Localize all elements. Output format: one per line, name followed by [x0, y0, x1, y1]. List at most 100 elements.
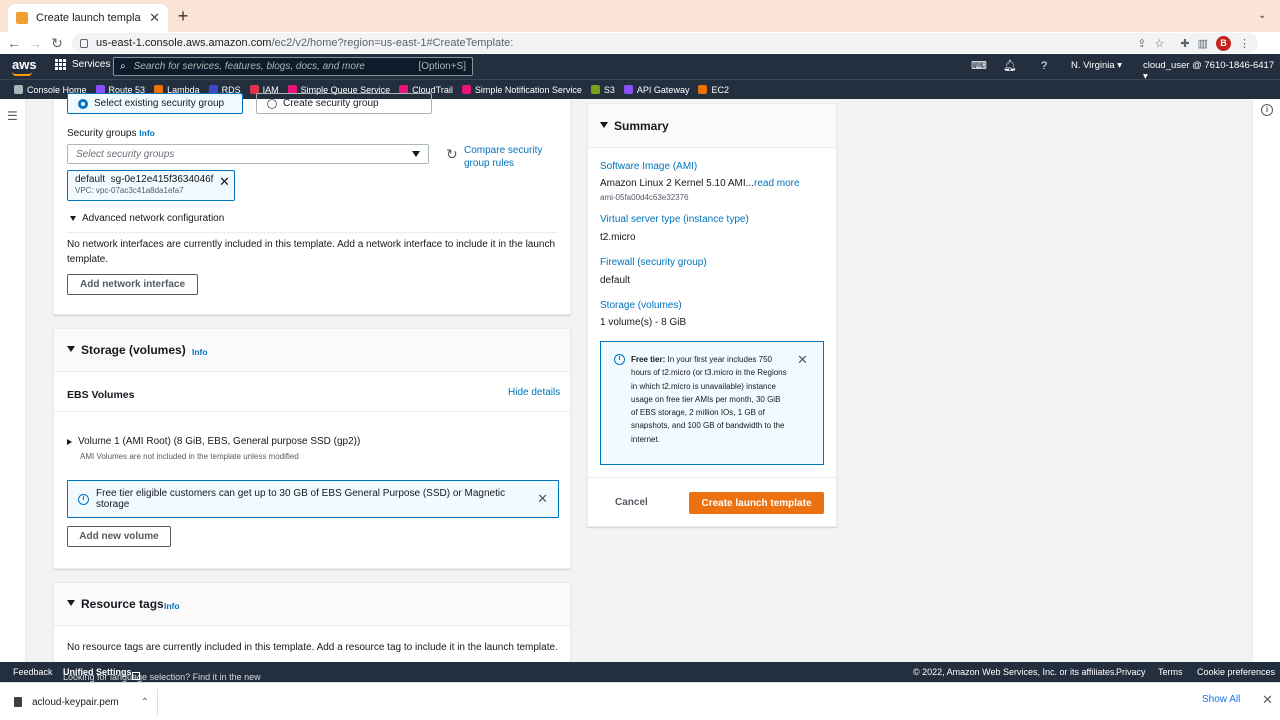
- side-navigation-rail: ☰: [0, 99, 26, 662]
- cloudshell-icon[interactable]: ⌨: [971, 59, 987, 73]
- storage-panel-header[interactable]: Storage (volumes) Info: [54, 329, 570, 372]
- download-shelf: acloud-keypair.pem ⌃ Show All ✕: [0, 682, 1280, 720]
- aws-logo[interactable]: aws: [12, 57, 37, 76]
- radio-selected-icon: [78, 98, 88, 109]
- free-tier-info-box: i Free tier: In your first year includes…: [600, 341, 824, 465]
- address-bar[interactable]: us-east-1.console.aws.amazon.com/ec2/v2/…: [72, 33, 1258, 53]
- remove-token-icon[interactable]: ✕: [219, 174, 230, 190]
- browser-tab[interactable]: Create launch template | EC2 M ✕: [8, 4, 168, 32]
- volume-1-toggle[interactable]: Volume 1 (AMI Root) (8 GiB, EBS, General…: [67, 436, 360, 447]
- instance-type-label-link[interactable]: Virtual server type (instance type): [600, 214, 749, 225]
- bookmark-star-icon[interactable]: ☆: [1155, 37, 1165, 50]
- ami-value: Amazon Linux 2 Kernel 5.10 AMI...read mo…: [600, 178, 800, 189]
- add-new-volume-button[interactable]: Add new volume: [67, 526, 171, 547]
- new-tab-icon[interactable]: +: [174, 7, 192, 25]
- security-groups-select[interactable]: Select security groups: [67, 144, 429, 164]
- aws-favicon-icon: [16, 12, 28, 24]
- url-text: us-east-1.console.aws.amazon.com/ec2/v2/…: [96, 37, 514, 49]
- cookie-preferences-link[interactable]: Cookie preferences: [1197, 667, 1275, 677]
- notifications-bell-icon[interactable]: 🔔︎: [1003, 59, 1017, 73]
- resource-tags-panel: Resource tags Info No resource tags are …: [53, 582, 571, 662]
- close-download-bar-icon[interactable]: ✕: [1262, 692, 1273, 708]
- security-groups-label: Security groups Info: [67, 128, 155, 139]
- dismiss-free-tier-icon[interactable]: ✕: [797, 352, 808, 368]
- storage-volumes-panel: Storage (volumes) Info EBS Volumes Hide …: [53, 328, 571, 569]
- storage-value: 1 volume(s) - 8 GiB: [600, 317, 687, 328]
- divider: [67, 232, 557, 233]
- ami-label-link[interactable]: Software Image (AMI): [600, 161, 697, 172]
- services-label: Services: [72, 59, 111, 70]
- terms-link[interactable]: Terms: [1158, 667, 1183, 677]
- language-hint: Looking for language selection? Find it …: [63, 667, 261, 682]
- refresh-icon[interactable]: ↻: [446, 146, 458, 163]
- lock-icon: [80, 38, 88, 48]
- tab-title: Create launch template | EC2 M: [36, 12, 141, 24]
- search-input[interactable]: ⌕ Search for services, features, blogs, …: [113, 57, 473, 76]
- create-launch-template-button[interactable]: Create launch template: [689, 492, 824, 514]
- resource-tags-info-link[interactable]: Info: [164, 601, 180, 611]
- expand-caret-icon: [70, 216, 76, 221]
- favorite-ec2[interactable]: EC2: [698, 85, 729, 95]
- favorite-label: EC2: [711, 84, 729, 95]
- extensions-icon[interactable]: ✚: [1180, 37, 1189, 50]
- chevron-up-icon[interactable]: ⌃: [141, 697, 149, 708]
- feedback-link[interactable]: Feedback: [13, 667, 53, 677]
- reload-icon[interactable]: ↻: [48, 34, 66, 52]
- firewall-value: default: [600, 275, 631, 286]
- profile-avatar[interactable]: B: [1216, 35, 1231, 51]
- summary-header[interactable]: Summary: [588, 104, 836, 148]
- help-icon[interactable]: ?: [1037, 59, 1051, 73]
- hide-details-link[interactable]: Hide details: [508, 387, 560, 398]
- side-panel-icon[interactable]: ▥: [1198, 37, 1208, 50]
- free-tier-storage-alert: i Free tier eligible customers can get u…: [67, 480, 559, 518]
- forward-icon[interactable]: →: [26, 34, 44, 52]
- favorite-api-gateway[interactable]: API Gateway: [623, 85, 689, 95]
- storage-label-link[interactable]: Storage (volumes): [600, 300, 682, 311]
- service-icon: [461, 85, 471, 94]
- service-icon: [623, 85, 633, 94]
- cancel-button[interactable]: Cancel: [615, 497, 648, 508]
- ami-id: ami-05fa00d4c63e32376: [600, 193, 689, 202]
- expand-caret-icon: [67, 438, 72, 445]
- summary-panel: Summary Software Image (AMI) Amazon Linu…: [587, 103, 837, 527]
- network-settings-panel: Select existing security group Create se…: [53, 93, 571, 315]
- collapse-caret-icon: [600, 122, 608, 128]
- security-groups-info-link[interactable]: Info: [139, 128, 155, 138]
- show-all-button[interactable]: Show All: [1202, 694, 1240, 705]
- summary-title: Summary: [614, 119, 669, 133]
- share-icon[interactable]: ⇪: [1137, 37, 1146, 50]
- favorite-simple-notification-service[interactable]: Simple Notification Service: [461, 85, 582, 95]
- resource-tags-header[interactable]: Resource tags Info: [54, 583, 570, 626]
- compare-security-group-rules-link[interactable]: Compare security group rules: [464, 144, 542, 170]
- divider: [54, 411, 570, 412]
- advanced-network-toggle[interactable]: Advanced network configuration: [70, 213, 224, 224]
- no-interfaces-text: No network interfaces are currently incl…: [67, 239, 556, 265]
- storage-info-link[interactable]: Info: [192, 347, 208, 357]
- read-more-link[interactable]: read more: [754, 178, 800, 189]
- file-icon: [14, 697, 22, 707]
- services-button[interactable]: Services: [55, 59, 110, 70]
- download-item[interactable]: acloud-keypair.pem ⌃: [8, 689, 158, 715]
- radio-existing-security-group[interactable]: Select existing security group: [67, 93, 243, 114]
- privacy-link[interactable]: Privacy: [1116, 667, 1146, 677]
- no-resource-tags-text: No resource tags are currently included …: [67, 642, 558, 653]
- radio-create-security-group[interactable]: Create security group: [256, 93, 432, 114]
- service-icon: [698, 85, 708, 94]
- services-grid-icon: [55, 59, 66, 70]
- add-network-interface-button[interactable]: Add network interface: [67, 274, 198, 295]
- firewall-label-link[interactable]: Firewall (security group): [600, 257, 707, 268]
- back-icon[interactable]: ←: [5, 34, 23, 52]
- tab-search-chevron-icon[interactable]: ⌄: [1258, 10, 1266, 21]
- dropdown-caret-icon: [412, 151, 420, 157]
- region-selector[interactable]: N. Virginia ▾: [1071, 60, 1122, 71]
- more-menu-icon[interactable]: ⋮: [1239, 37, 1250, 50]
- search-icon: ⌕: [120, 61, 126, 72]
- dismiss-alert-icon[interactable]: ✕: [537, 491, 548, 507]
- search-shortcut: [Option+S]: [418, 61, 466, 72]
- browser-tab-strip: Create launch template | EC2 M ✕ + ⌄: [0, 0, 1280, 32]
- favorite-s3[interactable]: S3: [590, 85, 615, 95]
- ebs-volumes-title: EBS Volumes: [67, 389, 135, 401]
- close-tab-icon[interactable]: ✕: [149, 10, 160, 26]
- info-panel-icon[interactable]: i: [1261, 104, 1273, 116]
- menu-hamburger-icon[interactable]: ☰: [7, 109, 19, 123]
